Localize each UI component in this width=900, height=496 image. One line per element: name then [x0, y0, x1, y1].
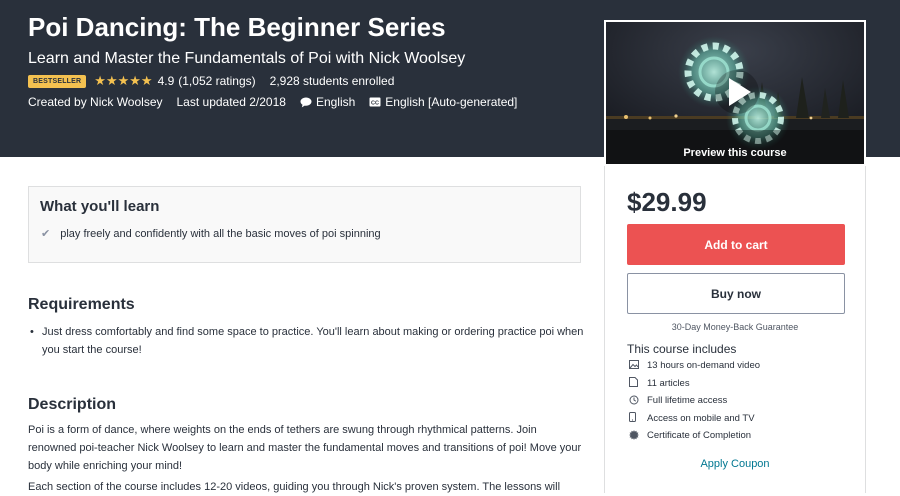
rating-row: BESTSELLER ★★★★★ 4.9 (1,052 ratings) 2,9…	[28, 73, 394, 89]
course-title: Poi Dancing: The Beginner Series	[28, 12, 446, 42]
preview-label: Preview this course	[683, 147, 787, 159]
list-item: Access on mobile and TV	[629, 410, 760, 428]
video-icon	[629, 360, 643, 371]
money-back-guarantee: 30-Day Money-Back Guarantee	[671, 322, 799, 332]
includes-certificate-label: Certificate of Completion	[647, 430, 752, 442]
course-subtitle: Learn and Master the Fundamentals of Poi…	[28, 50, 466, 67]
includes-video-label: 13 hours on-demand video	[647, 360, 761, 372]
includes-lifetime-label: Full lifetime access	[647, 395, 728, 407]
apply-coupon-link[interactable]: Apply Coupon	[605, 458, 865, 470]
star-rating-icon: ★★★★★	[94, 73, 153, 88]
list-item: Just dress comfortably and find some spa…	[28, 323, 588, 359]
add-to-cart-button[interactable]: Add to cart	[627, 224, 845, 265]
infinity-icon	[629, 395, 643, 407]
instructor-link[interactable]: Created by Nick Woolsey	[28, 95, 163, 109]
check-icon: ✔	[41, 228, 51, 240]
course-meta-row: Created by Nick Woolsey Last updated 2/2…	[28, 94, 531, 110]
bestseller-badge: BESTSELLER	[28, 74, 87, 88]
requirements-list: Just dress comfortably and find some spa…	[28, 323, 588, 359]
captions-info: CC English [Auto-generated]	[369, 95, 517, 109]
description-paragraph: Poi is a form of dance, where weights on…	[28, 424, 582, 472]
language-info: English	[300, 95, 355, 109]
svg-text:CC: CC	[371, 100, 379, 106]
requirements-title: Requirements	[28, 296, 135, 313]
play-icon[interactable]	[713, 68, 761, 116]
course-price: $29.99	[627, 187, 707, 217]
learn-title: What you'll learn	[40, 198, 160, 215]
list-item: Certificate of Completion	[629, 427, 760, 445]
closed-captions-icon: CC	[369, 97, 381, 107]
purchase-sidebar: $29.99 Add to cart Buy now 30-Day Money-…	[604, 157, 866, 493]
includes-articles-label: 11 articles	[647, 377, 690, 389]
ratings-count-link[interactable]: (1,052 ratings)	[178, 74, 255, 88]
description-paragraph: Each section of the course includes 12-2…	[28, 481, 561, 493]
rating-value: 4.9	[157, 74, 175, 88]
includes-title: This course includes	[627, 342, 737, 356]
list-item: 13 hours on-demand video	[629, 357, 760, 375]
description-title: Description	[28, 396, 117, 413]
list-item: 11 articles	[629, 375, 760, 393]
last-updated: Last updated 2/2018	[176, 95, 286, 109]
list-item: Full lifetime access	[629, 392, 760, 410]
includes-mobile-label: Access on mobile and TV	[647, 412, 755, 424]
captions-label: English [Auto-generated]	[385, 95, 518, 109]
learn-item-text: play freely and confidently with all the…	[60, 227, 381, 240]
course-preview-video[interactable]: Preview this course	[604, 20, 866, 166]
file-icon	[629, 377, 643, 389]
buy-now-button[interactable]: Buy now	[627, 273, 845, 314]
enrolled-count: 2,928 students enrolled	[269, 74, 395, 88]
what-youll-learn-box: What you'll learn ✔ play freely and conf…	[28, 186, 581, 263]
mobile-icon	[629, 412, 643, 424]
speech-bubble-icon	[300, 97, 312, 107]
includes-list: 13 hours on-demand video 11 articles Ful…	[629, 357, 760, 445]
certificate-icon	[629, 429, 643, 442]
list-item: ✔ play freely and confidently with all t…	[41, 227, 381, 241]
language-label: English	[315, 95, 356, 109]
